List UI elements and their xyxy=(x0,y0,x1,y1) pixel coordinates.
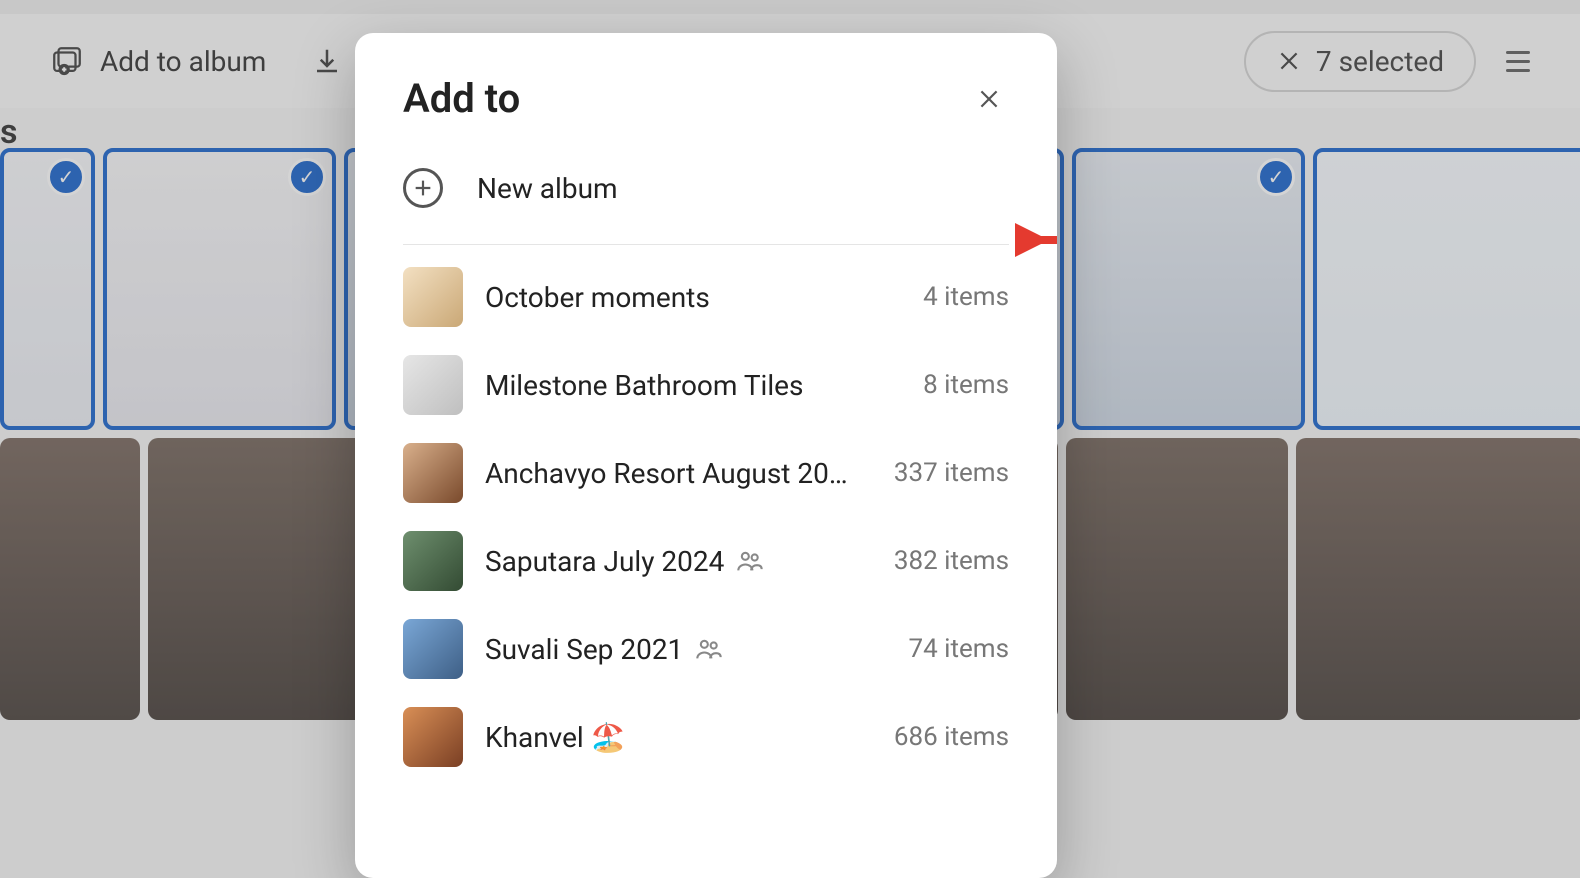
album-count: 686 items xyxy=(894,722,1009,752)
album-name: Saputara July 2024 xyxy=(485,545,724,578)
album-thumb xyxy=(403,707,463,767)
album-thumb xyxy=(403,355,463,415)
album-name: October moments xyxy=(485,281,710,314)
add-to-modal: Add to New album October moments 4 items M… xyxy=(355,33,1057,878)
album-main: Saputara July 2024 xyxy=(485,545,872,578)
album-item[interactable]: Anchavyo Resort August 20… 337 items xyxy=(391,429,1021,517)
modal-close-button[interactable] xyxy=(969,79,1009,119)
album-thumb xyxy=(403,443,463,503)
shared-icon xyxy=(736,547,764,575)
album-main: October moments xyxy=(485,281,901,314)
plus-circle-icon xyxy=(403,168,443,208)
album-main: Khanvel 🏖️ xyxy=(485,721,872,754)
album-count: 337 items xyxy=(894,458,1009,488)
album-list: October moments 4 items Milestone Bathroom… xyxy=(391,253,1021,781)
album-count: 8 items xyxy=(923,370,1009,400)
album-name: Milestone Bathroom Tiles xyxy=(485,369,803,402)
album-thumb xyxy=(403,531,463,591)
album-count: 74 items xyxy=(908,634,1009,664)
album-thumb xyxy=(403,267,463,327)
album-item[interactable]: Khanvel 🏖️ 686 items xyxy=(391,693,1021,781)
album-item[interactable]: Saputara July 2024 382 items xyxy=(391,517,1021,605)
album-main: Milestone Bathroom Tiles xyxy=(485,369,901,402)
modal-body: New album October moments 4 items Mileston… xyxy=(355,150,1057,878)
new-album-label: New album xyxy=(477,172,618,205)
shared-icon xyxy=(695,635,723,663)
album-count: 4 items xyxy=(923,282,1009,312)
album-count: 382 items xyxy=(894,546,1009,576)
album-main: Suvali Sep 2021 xyxy=(485,633,886,666)
album-item[interactable]: Suvali Sep 2021 74 items xyxy=(391,605,1021,693)
close-icon xyxy=(976,86,1002,112)
modal-header: Add to xyxy=(355,33,1057,150)
album-item[interactable]: Milestone Bathroom Tiles 8 items xyxy=(391,341,1021,429)
album-item[interactable]: October moments 4 items xyxy=(391,253,1021,341)
album-name: Suvali Sep 2021 xyxy=(485,633,683,666)
album-name: Khanvel 🏖️ xyxy=(485,721,626,754)
modal-title: Add to xyxy=(403,75,520,122)
new-album-button[interactable]: New album xyxy=(391,150,1021,226)
album-thumb xyxy=(403,619,463,679)
album-name: Anchavyo Resort August 20… xyxy=(485,457,848,490)
album-main: Anchavyo Resort August 20… xyxy=(485,457,872,490)
divider xyxy=(403,244,1009,245)
